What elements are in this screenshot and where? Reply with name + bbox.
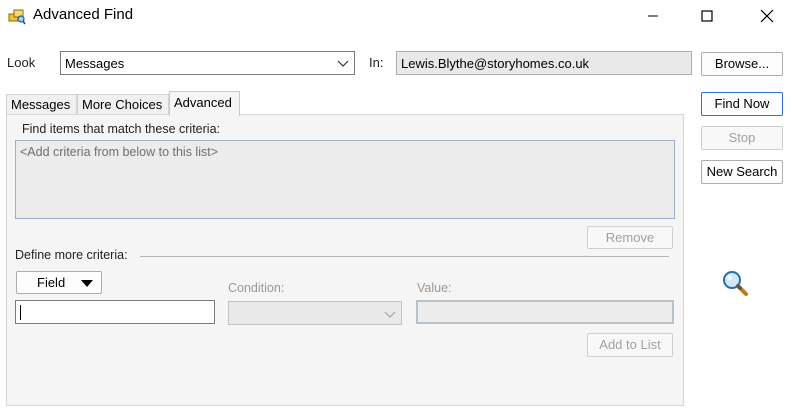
in-folder-field: Lewis.Blythe@storyhomes.co.uk xyxy=(396,51,692,75)
tab-messages[interactable]: Messages xyxy=(6,94,77,115)
close-icon xyxy=(760,9,774,23)
window-title: Advanced Find xyxy=(33,6,134,23)
value-label: Value: xyxy=(417,281,452,295)
caret-down-icon xyxy=(81,280,93,287)
look-selected-value: Messages xyxy=(65,56,125,71)
field-dropdown-button[interactable]: Field xyxy=(16,271,102,294)
in-folder-value: Lewis.Blythe@storyhomes.co.uk xyxy=(401,56,590,71)
magnifier-icon xyxy=(723,271,748,296)
add-to-list-button[interactable]: Add to List xyxy=(587,333,673,357)
define-criteria-heading: Define more criteria: xyxy=(15,248,128,262)
look-dropdown[interactable]: Messages xyxy=(60,51,355,75)
chevron-down-icon xyxy=(337,60,349,67)
close-button[interactable] xyxy=(744,0,790,32)
maximize-button[interactable] xyxy=(684,0,730,32)
new-search-button[interactable]: New Search xyxy=(701,160,783,184)
criteria-heading: Find items that match these criteria: xyxy=(22,122,220,136)
find-now-button[interactable]: Find Now xyxy=(701,92,783,116)
condition-label: Condition: xyxy=(228,281,285,295)
chevron-down-icon xyxy=(384,311,396,318)
remove-button[interactable]: Remove xyxy=(587,226,673,249)
divider xyxy=(140,256,669,257)
condition-dropdown[interactable] xyxy=(228,301,402,325)
criteria-placeholder: <Add criteria from below to this list> xyxy=(20,145,218,159)
field-button-label: Field xyxy=(37,275,66,290)
browse-button[interactable]: Browse... xyxy=(701,52,783,76)
text-cursor xyxy=(20,305,21,320)
in-label: In: xyxy=(369,55,384,70)
tab-advanced[interactable]: Advanced xyxy=(169,91,240,116)
maximize-icon xyxy=(701,10,713,22)
criteria-list[interactable]: <Add criteria from below to this list> xyxy=(15,140,675,219)
minimize-button[interactable] xyxy=(630,0,676,32)
value-input[interactable] xyxy=(416,300,674,324)
field-input[interactable] xyxy=(15,300,215,324)
stop-button[interactable]: Stop xyxy=(701,126,783,150)
minimize-icon xyxy=(648,15,658,17)
look-label: Look xyxy=(7,55,36,70)
advanced-find-app-icon xyxy=(8,9,26,25)
title-bar: Advanced Find xyxy=(0,0,792,32)
tab-more-choices[interactable]: More Choices xyxy=(77,94,169,115)
